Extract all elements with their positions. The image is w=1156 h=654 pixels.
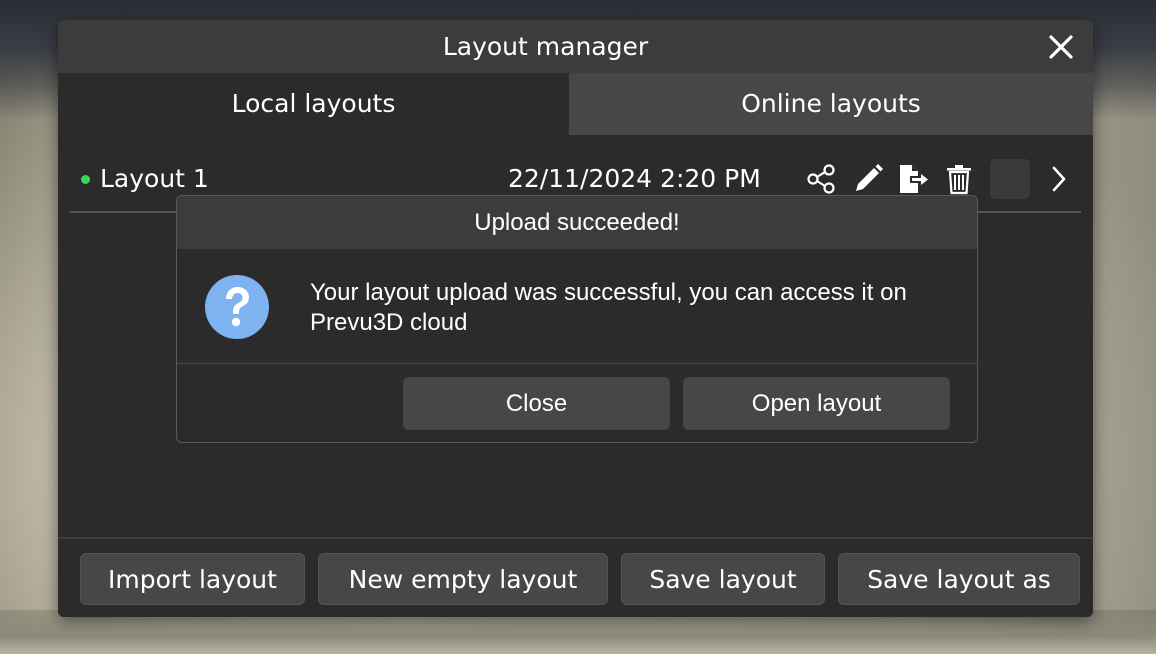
chevron-right-icon[interactable] — [1042, 162, 1076, 196]
layout-date: 22/11/2024 2:20 PM — [508, 164, 761, 193]
delete-icon[interactable] — [942, 162, 976, 196]
share-icon[interactable] — [804, 162, 838, 196]
save-layout-button[interactable]: Save layout — [621, 553, 825, 605]
question-icon — [204, 274, 270, 340]
save-layout-as-button[interactable]: Save layout as — [838, 553, 1080, 605]
dialog-title: Upload succeeded! — [177, 196, 977, 249]
window-title: Layout manager — [442, 32, 649, 61]
close-button[interactable]: Close — [403, 377, 670, 430]
new-empty-layout-button[interactable]: New empty layout — [318, 553, 608, 605]
tab-online-layouts[interactable]: Online layouts — [569, 73, 1093, 135]
dialog-divider — [177, 363, 977, 364]
close-icon[interactable] — [1046, 32, 1076, 62]
edit-icon[interactable] — [851, 162, 885, 196]
layout-thumbnail-button[interactable] — [990, 159, 1030, 199]
upload-success-dialog: Upload succeeded! Your layout upload was… — [176, 195, 978, 443]
footer-toolbar: Import layout New empty layout Save layo… — [58, 537, 1093, 617]
import-layout-button[interactable]: Import layout — [80, 553, 305, 605]
export-icon[interactable] — [895, 162, 929, 196]
dialog-message: Your layout upload was successful, you c… — [310, 279, 907, 336]
layout-name: Layout 1 — [100, 164, 209, 193]
tab-bar: Local layouts Online layouts — [58, 73, 1093, 135]
title-bar: Layout manager — [58, 20, 1093, 73]
status-dot — [81, 175, 90, 184]
open-layout-button[interactable]: Open layout — [683, 377, 950, 430]
tab-local-layouts[interactable]: Local layouts — [58, 73, 569, 135]
